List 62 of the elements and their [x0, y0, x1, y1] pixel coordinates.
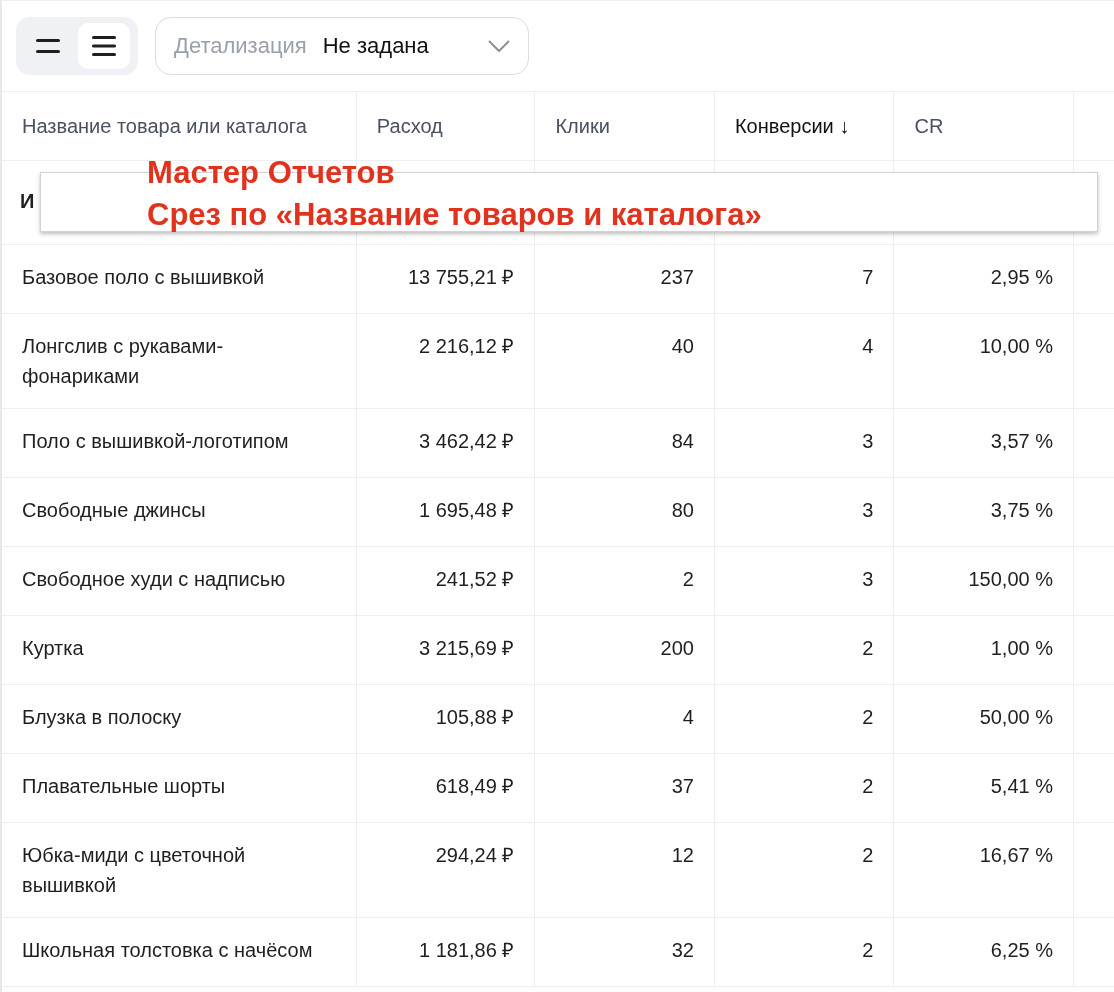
table-cell: 84: [671, 430, 694, 452]
view-mode-button[interactable]: [78, 23, 130, 69]
table-cell: 105,88 ₽: [435, 706, 515, 728]
table-cell: 37: [671, 775, 694, 797]
table-cell: Базовое поло с вышивкой: [22, 266, 265, 288]
table-cell: 2,95 %: [990, 266, 1053, 288]
table-cell: 2: [862, 844, 874, 866]
table-cell: 16,67 %: [979, 844, 1053, 866]
table-cell: 50,00 %: [979, 706, 1053, 728]
table-cell: Юбка-миди с цветочной вышивкой: [22, 844, 246, 896]
chevron-down-icon: [488, 40, 510, 52]
table-cell: 4: [862, 335, 874, 357]
table-cell: Свободное худи с надписью: [22, 568, 286, 590]
column-header[interactable]: Конверсии ↓: [714, 92, 895, 160]
table-cell: 1 181,86 ₽: [419, 939, 515, 961]
table-cell: 2: [862, 706, 874, 728]
table-cell: 1,00 %: [990, 637, 1053, 659]
table-cell: 294,24 ₽: [435, 844, 515, 866]
menu-icon: [91, 35, 117, 57]
table-cell: 7: [862, 266, 874, 288]
table-cell: 2: [682, 568, 694, 590]
table-cell: 10,00 %: [979, 335, 1053, 357]
column-header[interactable]: Клики: [535, 92, 715, 160]
table-cell: 237: [660, 266, 694, 288]
table-cell: 13 755,21 ₽: [407, 266, 515, 288]
table-cell: Плавательные шорты: [22, 775, 226, 797]
table-cell: Поло с вышивкой-логотипом: [22, 430, 289, 452]
table-cell: Свободные джинсы: [22, 499, 206, 521]
table-cell: 3 462,42 ₽: [419, 430, 515, 452]
table-cell: 40: [671, 335, 694, 357]
detail-dropdown[interactable]: Детализация Не задана: [155, 17, 529, 75]
table-cell: 200: [660, 637, 694, 659]
table-cell: 2: [862, 775, 874, 797]
table-cell: 3 215,69 ₽: [419, 637, 515, 659]
annotation-text: Срез по «Название товаров и каталога»: [147, 197, 762, 232]
table-cell: 12: [671, 844, 694, 866]
column-header[interactable]: Расход: [356, 92, 536, 160]
table-cell: 5,41 %: [990, 775, 1053, 797]
table-cell: 2 216,12 ₽: [419, 335, 515, 357]
table-cell: 3: [862, 499, 874, 521]
table-cell: Лонгслив с рукавами-фонариками: [22, 335, 224, 387]
table-cell: 3,75 %: [990, 499, 1053, 521]
table-cell: И: [20, 190, 35, 212]
table-cell: 3: [862, 430, 874, 452]
table-cell: 2: [862, 939, 874, 961]
table-cell: 32: [671, 939, 694, 961]
table-cell: 3: [862, 568, 874, 590]
column-header[interactable]: CR: [894, 92, 1074, 160]
table-cell: 3,57 %: [990, 430, 1053, 452]
column-header[interactable]: Название товара или каталога: [2, 92, 357, 160]
table-cell: 1 695,48 ₽: [419, 499, 515, 521]
table-cell: 241,52 ₽: [435, 568, 515, 590]
table-cell: 2: [862, 637, 874, 659]
table-cell: 150,00 %: [968, 568, 1053, 590]
table-cell: Школьная толстовка с начёсом: [22, 939, 313, 961]
table-cell: 6,25 %: [990, 939, 1053, 961]
two-lines-icon: [35, 37, 61, 55]
table-cell: 4: [682, 706, 694, 728]
table-cell: Блузка в полоску: [22, 706, 182, 728]
table-cell: 80: [671, 499, 694, 521]
table-cell: 618,49 ₽: [435, 775, 515, 797]
table-cell: Куртка: [22, 637, 84, 659]
